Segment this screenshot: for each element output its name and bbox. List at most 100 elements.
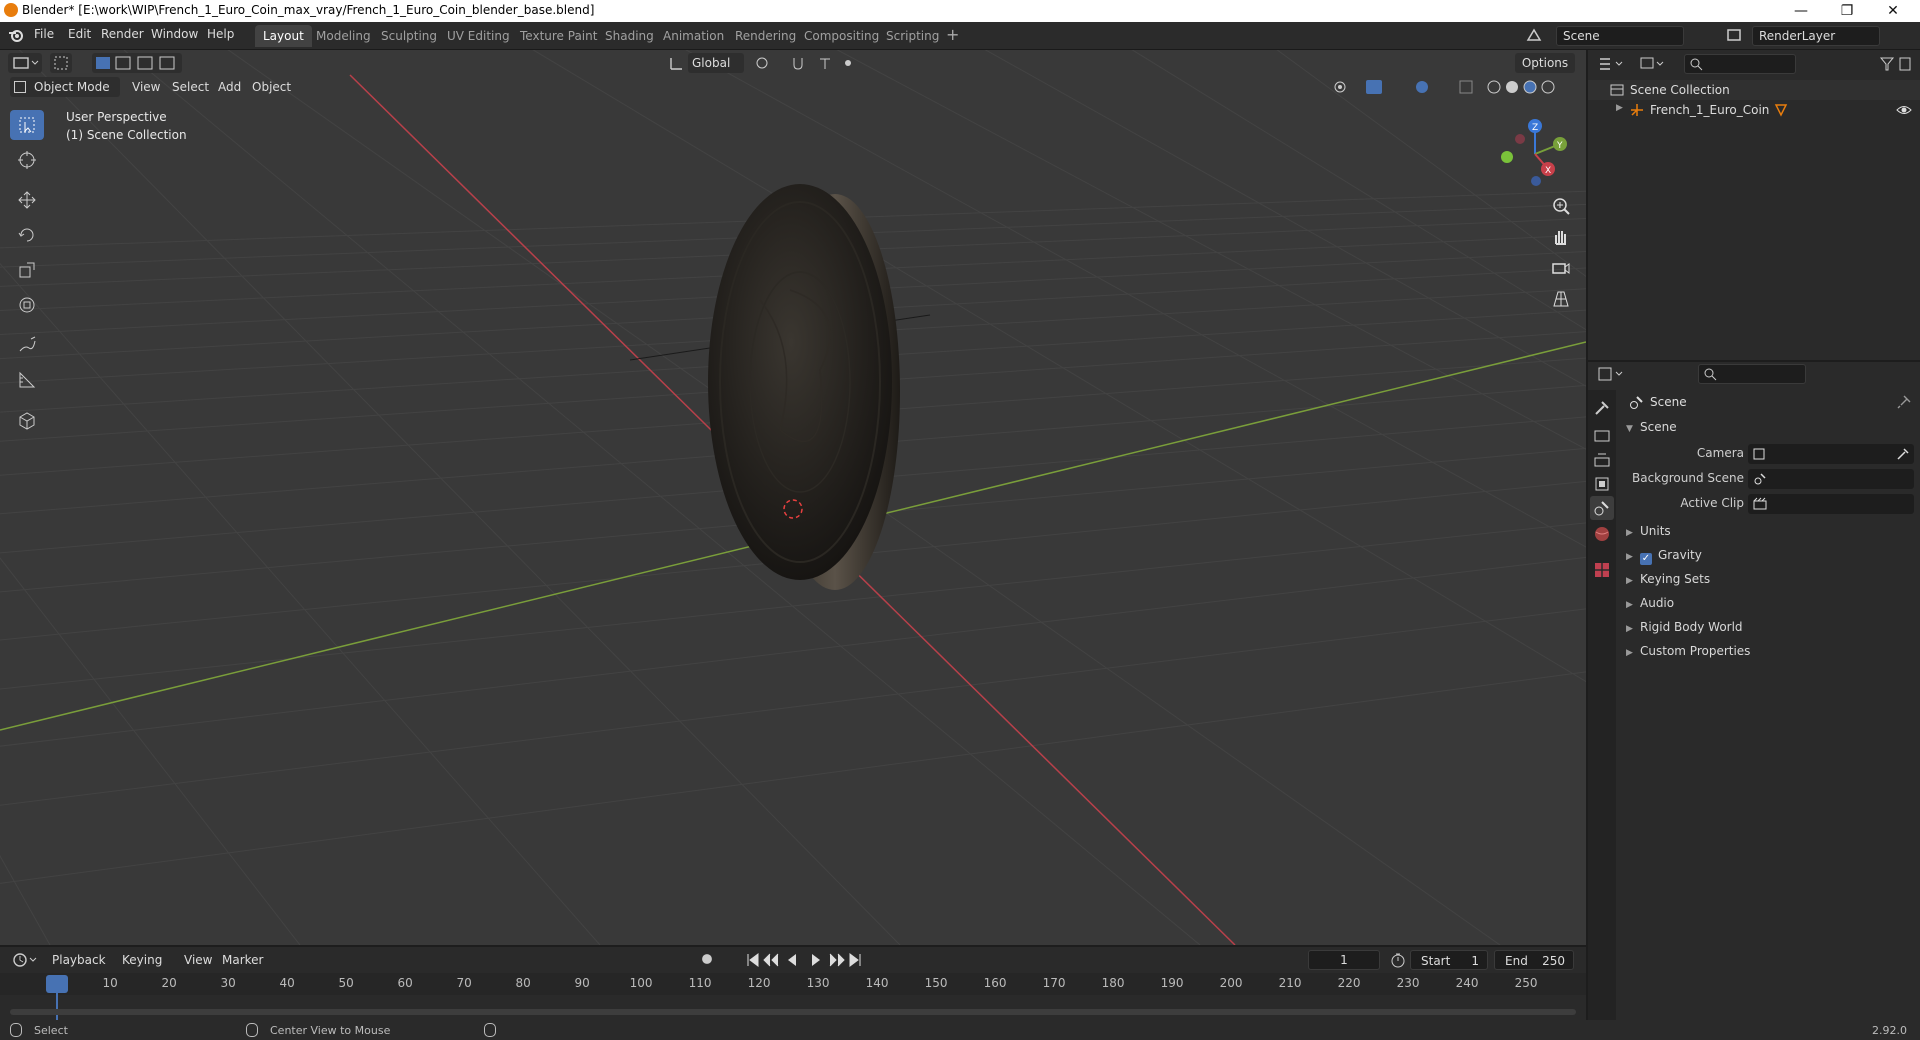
outliner-row-scene-collection[interactable]: Scene Collection — [1588, 80, 1920, 100]
end-frame-field[interactable]: End 250 — [1494, 950, 1574, 970]
tab-sculpting[interactable]: Sculpting — [373, 25, 445, 47]
timeline-menu-keying[interactable]: Keying — [122, 950, 162, 970]
current-frame-field[interactable]: 1 — [1308, 950, 1380, 970]
menu-edit[interactable]: Edit — [68, 27, 91, 41]
tool-rotate-button[interactable] — [10, 220, 44, 250]
scene-section-header[interactable]: ▼ Scene — [1626, 420, 1916, 444]
tool-transform-button[interactable] — [10, 290, 44, 320]
pin-icon[interactable] — [1896, 394, 1912, 410]
visibility-eye-icon[interactable] — [1896, 103, 1912, 117]
collection-icon — [1610, 84, 1624, 96]
custom-properties-panel-title: Custom Properties — [1640, 644, 1751, 658]
viewport-shading-controls[interactable] — [1330, 77, 1570, 97]
tool-tab-icon[interactable] — [1592, 398, 1612, 418]
tab-compositing[interactable]: Compositing — [796, 25, 887, 47]
transform-orientation-dropdown[interactable]: Global — [688, 53, 744, 73]
gravity-checkbox[interactable]: ✓ — [1640, 553, 1652, 565]
timeline-scrollbar[interactable] — [10, 1009, 1576, 1015]
tab-animation[interactable]: Animation — [655, 25, 732, 47]
tool-scale-button[interactable] — [10, 255, 44, 285]
texture-tab-icon[interactable] — [1592, 560, 1612, 580]
view-perspective-label: User Perspective — [66, 110, 167, 124]
options-dropdown[interactable]: Options — [1515, 53, 1575, 73]
playback-controls[interactable] — [744, 950, 864, 970]
keying-sets-panel-header[interactable]: ▶ Keying Sets — [1626, 572, 1916, 596]
search-icon — [1704, 368, 1717, 381]
3d-viewport[interactable]: Global Options Object Mode View Select A… — [0, 50, 1586, 945]
timeline-menu-playback[interactable]: Playback — [52, 950, 106, 970]
select-box-tool-button[interactable] — [50, 53, 72, 73]
tool-cursor-button[interactable] — [10, 145, 44, 175]
properties-editor-type-button[interactable] — [1596, 364, 1628, 384]
outliner-row-object[interactable]: ▶ French_1_Euro_Coin — [1588, 100, 1920, 120]
mode-dropdown[interactable]: Object Mode — [10, 77, 120, 97]
frame-ruler[interactable]: 1102030405060708090100110120130140150160… — [0, 973, 1586, 1023]
maximize-button[interactable]: ❐ — [1824, 0, 1870, 22]
coin-object[interactable] — [629, 184, 931, 590]
background-scene-field[interactable] — [1748, 469, 1914, 489]
pan-hand-icon[interactable] — [1550, 226, 1572, 248]
tool-annotate-button[interactable] — [10, 330, 44, 360]
menu-help[interactable]: Help — [207, 27, 234, 41]
tool-measure-button[interactable] — [10, 365, 44, 395]
viewport-menu-add[interactable]: Add — [218, 77, 241, 97]
filter-icon[interactable] — [1878, 54, 1914, 74]
tab-texture-paint[interactable]: Texture Paint — [512, 25, 605, 47]
properties-search-input[interactable] — [1698, 364, 1806, 384]
tab-scripting[interactable]: Scripting — [878, 25, 947, 47]
gravity-panel-header[interactable]: ▶ ✓ Gravity — [1626, 548, 1916, 572]
tool-move-button[interactable] — [10, 185, 44, 215]
tool-add-cube-button[interactable] — [10, 405, 44, 435]
window-title-bar: Blender* [E:\work\WIP\French_1_Euro_Coin… — [0, 0, 1920, 22]
eyedropper-icon[interactable] — [1896, 447, 1910, 461]
expand-arrow-icon: ▶ — [1626, 648, 1633, 658]
snap-controls[interactable] — [752, 53, 852, 73]
timeline-editor-type-button[interactable] — [10, 950, 42, 970]
minimize-button[interactable]: — — [1778, 0, 1824, 22]
display-mode-button[interactable] — [1638, 54, 1668, 74]
viewport-menu-object[interactable]: Object — [252, 77, 291, 97]
timeline-menu-marker[interactable]: Marker — [222, 950, 263, 970]
editor-type-button[interactable] — [8, 53, 42, 73]
timeline-menu-view[interactable]: View — [184, 950, 212, 970]
viewport-menu-select[interactable]: Select — [172, 77, 209, 97]
close-button[interactable]: ✕ — [1870, 0, 1916, 22]
zoom-icon[interactable] — [1550, 195, 1572, 217]
scene-selector[interactable]: Scene — [1556, 26, 1684, 46]
menu-render[interactable]: Render — [101, 27, 144, 41]
background-scene-label: Background Scene — [1632, 471, 1744, 485]
custom-properties-panel-header[interactable]: ▶ Custom Properties — [1626, 644, 1916, 668]
stopwatch-icon[interactable] — [1390, 952, 1406, 968]
start-frame-field[interactable]: Start 1 — [1410, 950, 1488, 970]
menu-file[interactable]: File — [34, 27, 54, 41]
outliner-editor-type-button[interactable] — [1596, 54, 1628, 74]
playhead[interactable] — [46, 975, 68, 993]
tab-modeling[interactable]: Modeling — [308, 25, 379, 47]
add-workspace-button[interactable]: + — [946, 25, 959, 44]
outliner-search-input[interactable] — [1684, 54, 1796, 74]
camera-field[interactable] — [1748, 444, 1914, 464]
record-icon[interactable] — [702, 954, 712, 964]
selection-mode-buttons[interactable] — [92, 53, 182, 73]
rigid-body-world-panel-header[interactable]: ▶ Rigid Body World — [1626, 620, 1916, 644]
tab-shading[interactable]: Shading — [597, 25, 662, 47]
tab-layout[interactable]: Layout — [255, 25, 312, 47]
tool-select-box-button[interactable] — [10, 110, 44, 140]
viewport-menu-view[interactable]: View — [132, 77, 160, 97]
frame-tick-label: 240 — [1455, 976, 1479, 990]
perspective-toggle-icon[interactable] — [1550, 288, 1572, 310]
active-clip-field[interactable] — [1748, 494, 1914, 514]
expand-arrow-icon[interactable]: ▶ — [1616, 103, 1623, 113]
audio-panel-header[interactable]: ▶ Audio — [1626, 596, 1916, 620]
world-tab-icon[interactable] — [1592, 524, 1612, 544]
audio-panel-title: Audio — [1640, 596, 1675, 610]
camera-view-icon[interactable] — [1550, 257, 1572, 279]
active-clip-row: Active Clip — [1588, 492, 1920, 516]
tab-uv-editing[interactable]: UV Editing — [439, 25, 518, 47]
units-panel-header[interactable]: ▶ Units — [1626, 524, 1916, 548]
blender-menu-icon[interactable] — [8, 27, 24, 43]
navigation-gizmo[interactable]: Z Y X — [1490, 114, 1570, 194]
tab-rendering[interactable]: Rendering — [727, 25, 804, 47]
menu-window[interactable]: Window — [151, 27, 198, 41]
renderlayer-selector[interactable]: RenderLayer — [1752, 26, 1880, 46]
